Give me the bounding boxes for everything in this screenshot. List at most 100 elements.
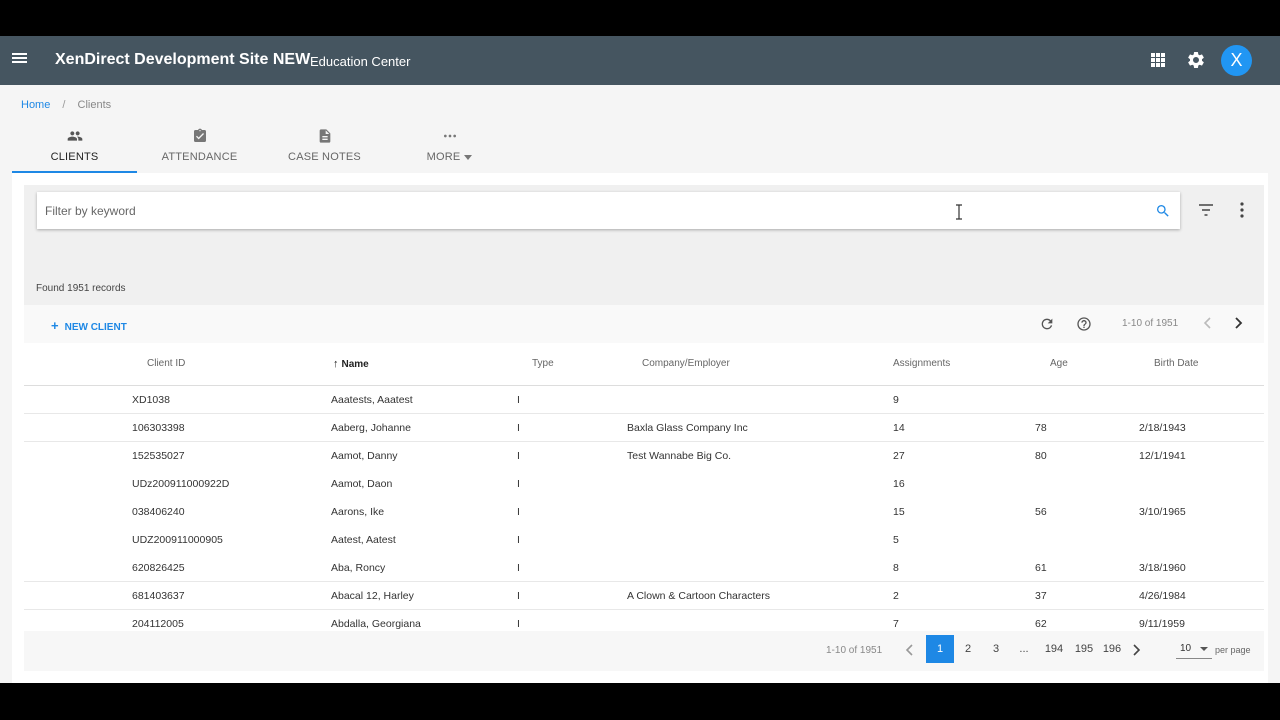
client-name-cell[interactable]: Abdalla, Georgiana <box>331 618 421 630</box>
client-id-cell: 152535027 <box>132 450 185 462</box>
tab-label: MORE <box>387 151 512 163</box>
birth-date-cell: 3/10/1965 <box>1139 506 1186 518</box>
assignments-cell: 2 <box>893 590 899 602</box>
chevron-left-icon[interactable] <box>1202 317 1214 329</box>
column-header-name-label: Name <box>341 359 369 370</box>
table-row[interactable]: UDZ200911000905 Aatest, Aatest I 5 <box>24 526 1264 554</box>
client-type-cell: I <box>517 450 520 462</box>
column-header-company[interactable]: Company/Employer <box>642 358 730 369</box>
page-button[interactable]: 1 <box>926 635 954 663</box>
refresh-icon[interactable] <box>1039 316 1055 332</box>
assignments-cell: 15 <box>893 506 905 518</box>
client-name-cell[interactable]: Abacal 12, Harley <box>331 590 414 602</box>
client-id-cell: 681403637 <box>132 590 185 602</box>
kebab-menu-icon[interactable] <box>1240 202 1244 218</box>
client-name-cell[interactable]: Aaberg, Johanne <box>331 422 411 434</box>
pagination-range-top: 1-10 of 1951 <box>1122 318 1179 329</box>
page-button[interactable]: 195 <box>1070 635 1098 663</box>
search-box <box>37 192 1180 229</box>
tab-label: CASE NOTES <box>288 151 361 163</box>
column-header-client-id[interactable]: Client ID <box>147 358 185 369</box>
client-id-cell: XD1038 <box>132 394 170 406</box>
search-icon[interactable] <box>1155 203 1171 219</box>
sort-arrow-up-icon: ↑ <box>333 358 339 370</box>
client-id-cell: UDz200911000922D <box>132 478 230 490</box>
table-row[interactable]: 152535027 Aamot, Danny I Test Wannabe Big C… <box>24 442 1264 470</box>
table-row[interactable]: XD1038 Aaatests, Aaatest I 9 <box>24 386 1264 414</box>
assignments-cell: 14 <box>893 422 905 434</box>
page-button[interactable]: 3 <box>984 635 1008 663</box>
client-name-cell[interactable]: Aamot, Daon <box>331 478 392 490</box>
client-name-cell[interactable]: Aaatests, Aaatest <box>331 394 413 406</box>
tab-clients[interactable]: CLIENTS <box>12 122 137 173</box>
section-tabs: CLIENTS ATTENDANCE CASE NOTES MORE <box>12 122 1264 173</box>
tab-more[interactable]: MORE <box>387 122 512 173</box>
birth-date-cell: 2/18/1943 <box>1139 422 1186 434</box>
per-page-select[interactable]: 10 <box>1176 639 1212 659</box>
client-name-cell[interactable]: Aamot, Danny <box>331 450 398 462</box>
assignments-cell: 27 <box>893 450 905 462</box>
clients-table: Client ID ↑ Name Type Company/Employer As… <box>24 343 1264 666</box>
chevron-left-icon[interactable] <box>904 644 916 656</box>
text-cursor-icon <box>956 204 962 220</box>
age-cell: 56 <box>1035 506 1047 518</box>
tab-more-label: MORE <box>426 151 461 163</box>
page-button[interactable]: 194 <box>1040 635 1068 663</box>
per-page-label: per page <box>1215 645 1251 655</box>
birth-date-cell: 12/1/1941 <box>1139 450 1186 462</box>
client-type-cell: I <box>517 534 520 546</box>
tab-attendance[interactable]: ATTENDANCE <box>137 122 262 173</box>
breadcrumb-home-link[interactable]: Home <box>21 99 50 111</box>
table-toolbar: + NEW CLIENT 1-10 of 1951 <box>24 305 1264 343</box>
page-button[interactable]: 196 <box>1098 635 1126 663</box>
tab-label: CLIENTS <box>50 151 99 163</box>
birth-date-cell: 4/26/1984 <box>1139 590 1186 602</box>
help-icon[interactable] <box>1076 316 1092 332</box>
table-body: XD1038 Aaatests, Aaatest I 9 106303398 Aaberg… <box>24 386 1264 666</box>
client-name-cell[interactable]: Aarons, Ike <box>331 506 384 518</box>
company-cell: Baxla Glass Company Inc <box>627 422 748 434</box>
client-name-cell[interactable]: Aba, Roncy <box>331 562 385 574</box>
search-area <box>24 185 1264 253</box>
column-header-birth-date[interactable]: Birth Date <box>1154 358 1198 369</box>
app-screen: XenDirect Development Site NEW Education… <box>0 36 1280 683</box>
table-row[interactable]: 106303398 Aaberg, Johanne I Baxla Glass Com… <box>24 414 1264 442</box>
gear-icon[interactable] <box>1186 50 1206 70</box>
column-header-age[interactable]: Age <box>1050 358 1068 369</box>
new-client-label: NEW CLIENT <box>64 322 127 333</box>
table-row[interactable]: 038406240 Aarons, Ike I 15 56 3/10/1965 <box>24 498 1264 526</box>
column-header-assignments[interactable]: Assignments <box>893 358 950 369</box>
user-avatar[interactable]: X <box>1221 45 1252 76</box>
column-header-name[interactable]: ↑ Name <box>333 358 369 370</box>
per-page-value: 10 <box>1180 643 1192 654</box>
filter-icon[interactable] <box>1199 204 1213 216</box>
table-row[interactable]: UDz200911000922D Aamot, Daon I 16 <box>24 470 1264 498</box>
assignments-cell: 8 <box>893 562 899 574</box>
table-row[interactable]: 620826425 Aba, Roncy I 8 61 3/18/1960 <box>24 554 1264 582</box>
client-name-cell[interactable]: Aatest, Aatest <box>331 534 396 546</box>
client-type-cell: I <box>517 562 520 574</box>
app-title: XenDirect Development Site NEW <box>55 51 311 68</box>
client-type-cell: I <box>517 506 520 518</box>
pagination-ellipsis: ... <box>1019 643 1029 655</box>
client-type-cell: I <box>517 422 520 434</box>
assignments-cell: 16 <box>893 478 905 490</box>
client-id-cell: 204112005 <box>132 618 184 630</box>
birth-date-cell: 3/18/1960 <box>1139 562 1186 574</box>
table-row[interactable]: 681403637 Abacal 12, Harley I A Clown & Car… <box>24 582 1264 610</box>
age-cell: 61 <box>1035 562 1047 574</box>
client-type-cell: I <box>517 590 520 602</box>
client-id-cell: 038406240 <box>132 506 185 518</box>
more-horiz-icon <box>443 134 456 138</box>
client-type-cell: I <box>517 478 520 490</box>
page-button[interactable]: 2 <box>956 635 980 663</box>
column-header-type[interactable]: Type <box>532 358 554 369</box>
chevron-right-icon[interactable] <box>1130 644 1142 656</box>
tab-case-notes[interactable]: CASE NOTES <box>262 122 387 173</box>
pagination-bar: 1-10 of 1951 1 2 3... 194 195 196 10 per page <box>24 631 1264 671</box>
hamburger-menu-icon[interactable] <box>12 51 30 69</box>
chevron-right-icon[interactable] <box>1232 317 1244 329</box>
new-client-button[interactable]: + NEW CLIENT <box>51 318 127 333</box>
apps-grid-icon[interactable] <box>1151 53 1165 67</box>
search-input[interactable] <box>45 201 1125 221</box>
